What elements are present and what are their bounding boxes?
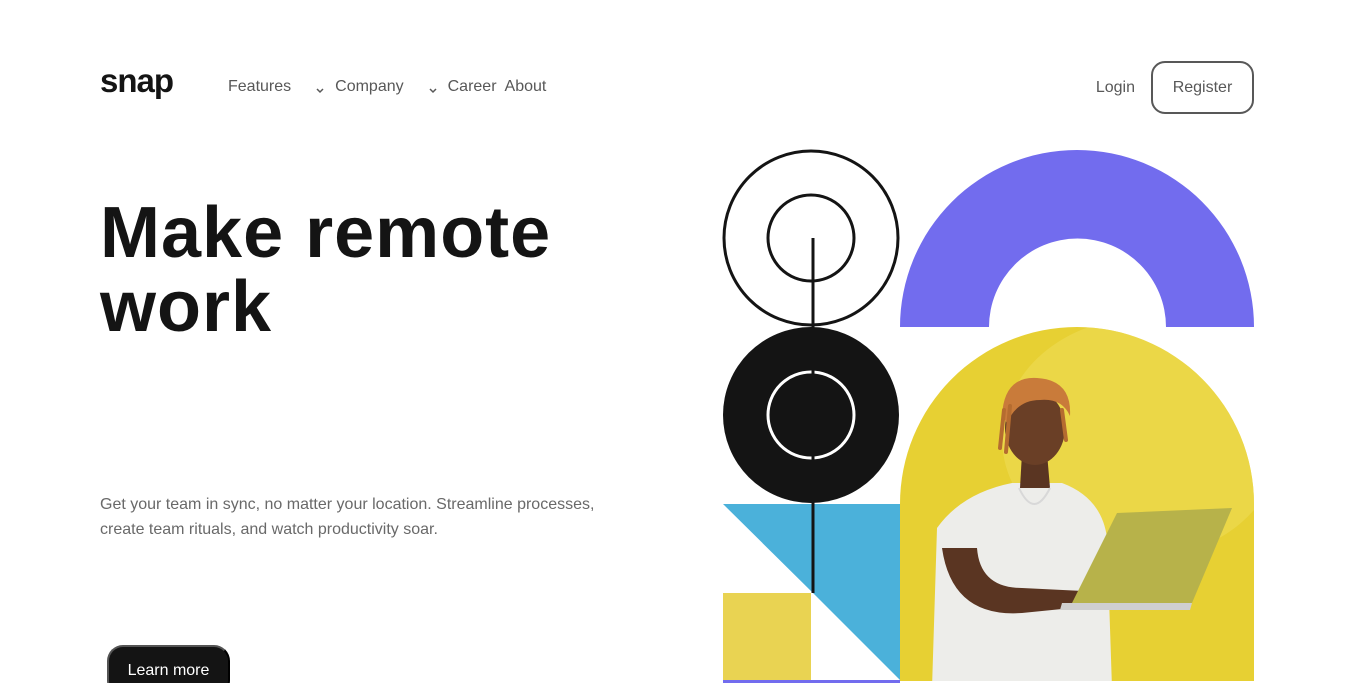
nav-about-label: About <box>504 78 547 95</box>
register-button[interactable]: Register <box>1151 61 1254 114</box>
logo[interactable]: snap <box>100 64 174 97</box>
chevron-down-icon <box>315 82 325 94</box>
hero-description: Get your team in sync, no matter your lo… <box>100 496 595 538</box>
hero-headline-line-1: Make remote <box>100 193 552 273</box>
nav-company[interactable]: Company <box>335 78 447 96</box>
hero-headline: Make remote work <box>100 196 620 344</box>
geometric-illustration <box>722 149 1254 683</box>
purple-arch <box>900 150 1254 327</box>
hero-artwork <box>722 148 1255 683</box>
outline-circle-small <box>766 193 856 283</box>
photo-arch <box>900 327 1254 681</box>
login-link[interactable]: Login <box>1096 79 1135 97</box>
main-nav: Features Company Career About <box>228 76 546 98</box>
nav-features-label: Features <box>228 78 292 95</box>
nav-career[interactable]: Career <box>448 78 497 96</box>
nav-company-label: Company <box>335 78 404 95</box>
chevron-down-icon <box>428 82 438 94</box>
yellow-square <box>723 593 811 680</box>
nav-about[interactable]: About <box>505 78 547 96</box>
learn-more-button[interactable]: Learn more <box>107 645 230 683</box>
nav-career-label: Career <box>447 78 497 95</box>
black-circle <box>723 327 899 503</box>
hero-headline-line-2: work <box>100 267 273 347</box>
outline-circle-large <box>722 149 900 327</box>
nav-features[interactable]: Features <box>228 78 335 96</box>
auth-actions: Login Register <box>1096 61 1254 114</box>
